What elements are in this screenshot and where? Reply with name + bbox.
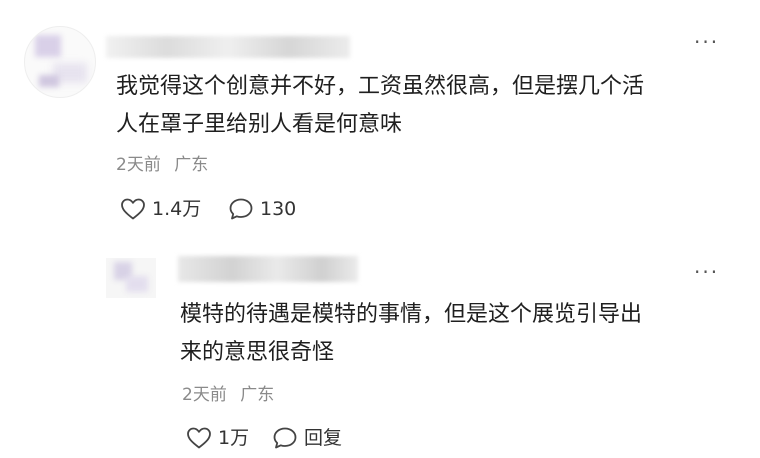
reply-label: 回复	[304, 427, 343, 449]
heart-outline-icon	[121, 198, 145, 220]
reply-like-count: 1万	[218, 427, 250, 449]
reply-line: 模特的待遇是模特的事情，但是这个展览引导出	[180, 302, 643, 327]
heart-outline-icon	[187, 427, 211, 449]
reply-line: 来的意思很奇怪	[180, 340, 335, 365]
replier-username-blurred[interactable]	[178, 256, 358, 282]
replier-avatar[interactable]	[106, 258, 156, 298]
reply-location: 广东	[240, 385, 275, 405]
reply-time: 2天前	[182, 385, 227, 405]
more-options-icon[interactable]: ···	[694, 32, 719, 52]
reply-count-button[interactable]: 130	[228, 197, 296, 221]
reply-meta: 2天前 广东	[182, 384, 274, 406]
commenter-username-blurred[interactable]	[106, 36, 350, 58]
speech-bubble-icon	[273, 427, 297, 449]
commenter-avatar[interactable]	[24, 26, 96, 98]
like-count: 1.4万	[152, 198, 202, 220]
like-button[interactable]: 1.4万	[120, 197, 201, 221]
comment-line: 我觉得这个创意并不好，工资虽然很高，但是摆几个活	[116, 74, 645, 99]
reply-body: 模特的待遇是模特的事情，但是这个展览引导出 来的意思很奇怪	[180, 296, 642, 372]
comment-time: 2天前	[116, 155, 161, 175]
comment-meta: 2天前 广东	[116, 154, 208, 176]
speech-bubble-icon	[229, 198, 253, 220]
reply-count: 130	[260, 198, 297, 220]
reply-more-options-icon[interactable]: ···	[694, 262, 719, 282]
reply-like-button[interactable]: 1万	[186, 426, 249, 450]
comment-body: 我觉得这个创意并不好，工资虽然很高，但是摆几个活 人在罩子里给别人看是何意味	[116, 68, 644, 144]
comment-location: 广东	[174, 155, 209, 175]
comment-line: 人在罩子里给别人看是何意味	[116, 112, 403, 137]
reply-to-reply-button[interactable]: 回复	[272, 426, 342, 450]
